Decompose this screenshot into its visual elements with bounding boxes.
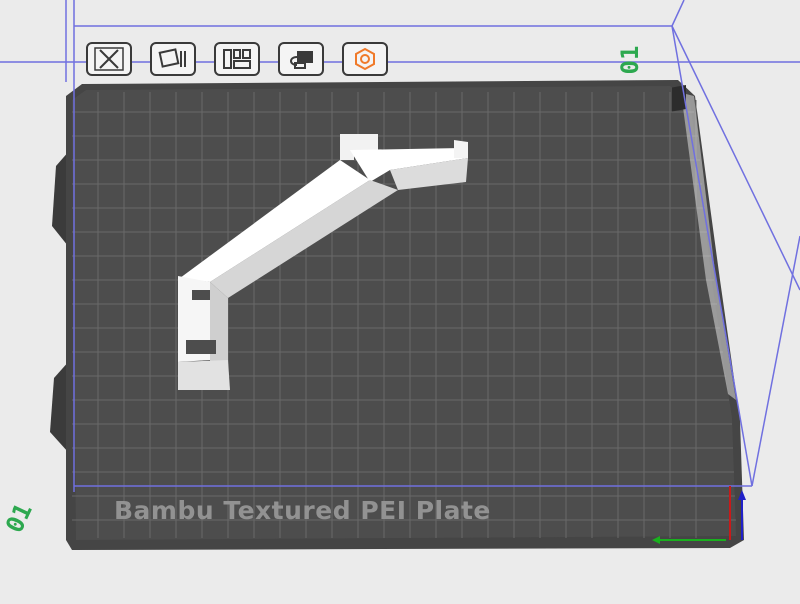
gear-hex-icon <box>355 47 375 71</box>
plate-settings-button[interactable] <box>342 42 388 76</box>
plate-toolbar <box>86 42 388 80</box>
close-icon <box>94 47 124 71</box>
arrange-button[interactable] <box>214 42 260 76</box>
orient-button[interactable] <box>150 42 196 76</box>
plate-number: 01 <box>616 45 644 75</box>
arrange-icon <box>223 49 251 69</box>
orient-icon <box>158 48 186 68</box>
lock-icon <box>290 51 313 69</box>
delete-plate-button[interactable] <box>86 42 132 76</box>
plate-type-label: Bambu Textured PEI Plate <box>114 496 491 525</box>
3d-viewport[interactable]: 01 01 Bambu Textured PEI Plate <box>0 0 800 600</box>
lock-button[interactable] <box>278 42 324 76</box>
